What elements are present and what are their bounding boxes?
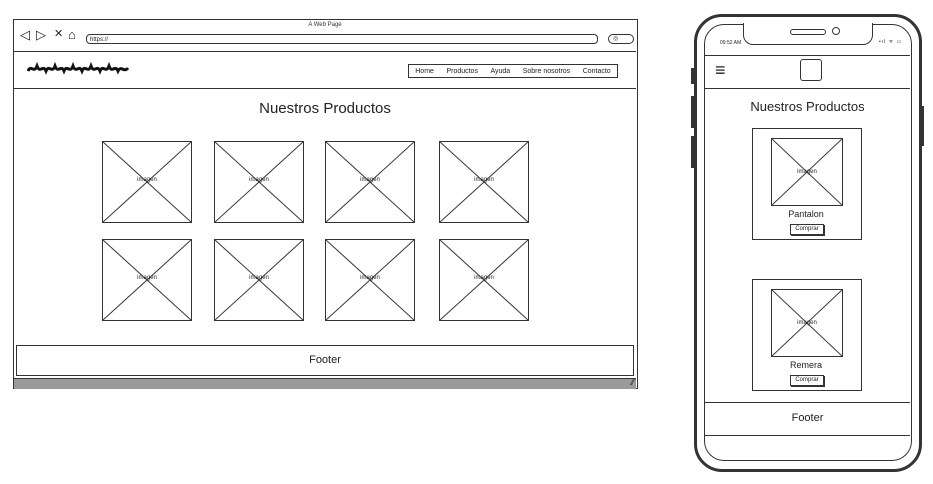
browser-title-bar: A Web Page ◁ ▷ ✕ ⌂ https:// ◎ <box>14 20 636 52</box>
phone-notch <box>743 23 873 45</box>
site-header: Home Productos Ayuda Sobre nosotros Cont… <box>14 54 636 89</box>
forward-arrow-icon[interactable]: ▷ <box>36 28 46 41</box>
product-image-placeholder[interactable]: imagen <box>771 289 843 357</box>
main-nav: Home Productos Ayuda Sobre nosotros Cont… <box>408 64 618 78</box>
product-name: Remera <box>789 360 822 370</box>
product-image-placeholder[interactable]: imagen <box>214 141 304 223</box>
image-label: imagen <box>360 275 380 281</box>
page-title: Nuestros Productos <box>259 100 391 117</box>
status-time: 09:52 AM <box>720 40 742 46</box>
nav-link-home[interactable]: Home <box>415 68 434 75</box>
product-image-placeholder[interactable]: imagen <box>439 141 529 223</box>
buy-button[interactable]: Comprar <box>790 224 824 235</box>
image-label: imagen <box>474 177 494 183</box>
product-image-placeholder[interactable]: imagen <box>325 141 415 223</box>
image-label: imagen <box>137 275 157 281</box>
image-label: imagen <box>360 177 380 183</box>
phone-device: 09:52 AM •ıl ᯤ ▭ ≡ Nuestros Productos im… <box>694 14 922 472</box>
product-card: imagen Pantalon Comprar <box>752 128 862 240</box>
url-input[interactable]: https:// <box>86 34 598 44</box>
mobile-header: ≡ <box>705 55 910 89</box>
logo-placeholder[interactable] <box>800 59 822 81</box>
site-footer: Footer <box>16 345 634 376</box>
nav-link-productos[interactable]: Productos <box>446 68 478 75</box>
stop-icon[interactable]: ✕ <box>54 28 63 41</box>
camera-icon <box>832 27 840 35</box>
product-image-placeholder[interactable]: imagen <box>102 239 192 321</box>
product-image-placeholder[interactable]: imagen <box>214 239 304 321</box>
product-image-placeholder[interactable]: imagen <box>771 138 843 206</box>
image-label: imagen <box>137 177 157 183</box>
mobile-footer: Footer <box>705 402 910 436</box>
nav-link-contacto[interactable]: Contacto <box>583 68 611 75</box>
image-label: imagen <box>797 169 817 175</box>
speaker-icon <box>790 29 826 35</box>
search-button[interactable]: ◎ <box>608 34 634 44</box>
back-arrow-icon[interactable]: ◁ <box>20 28 30 41</box>
product-name: Pantalon <box>788 209 824 219</box>
logo-scribble[interactable] <box>26 62 130 76</box>
nav-link-sobre-nosotros[interactable]: Sobre nosotros <box>523 68 570 75</box>
browser-status-bar: ⁄⁄ <box>14 378 636 389</box>
image-label: imagen <box>249 177 269 183</box>
window-title: A Web Page <box>308 22 342 28</box>
phone-screen: 09:52 AM •ıl ᯤ ▭ ≡ Nuestros Productos im… <box>704 23 912 461</box>
buy-button[interactable]: Comprar <box>790 375 824 386</box>
search-icon: ◎ <box>613 36 619 42</box>
page-title: Nuestros Productos <box>750 99 865 114</box>
browser-window: A Web Page ◁ ▷ ✕ ⌂ https:// ◎ Home Produ… <box>13 19 638 389</box>
resize-grip-icon[interactable]: ⁄⁄ <box>631 378 634 387</box>
hamburger-menu-icon[interactable]: ≡ <box>715 61 726 79</box>
nav-link-ayuda[interactable]: Ayuda <box>490 68 510 75</box>
image-label: imagen <box>474 275 494 281</box>
product-image-placeholder[interactable]: imagen <box>102 141 192 223</box>
product-image-placeholder[interactable]: imagen <box>325 239 415 321</box>
product-card: imagen Remera Comprar <box>752 279 862 391</box>
home-icon[interactable]: ⌂ <box>68 28 76 41</box>
status-icons: •ıl ᯤ ▭ <box>879 39 903 45</box>
product-image-placeholder[interactable]: imagen <box>439 239 529 321</box>
image-label: imagen <box>249 275 269 281</box>
image-label: imagen <box>797 320 817 326</box>
